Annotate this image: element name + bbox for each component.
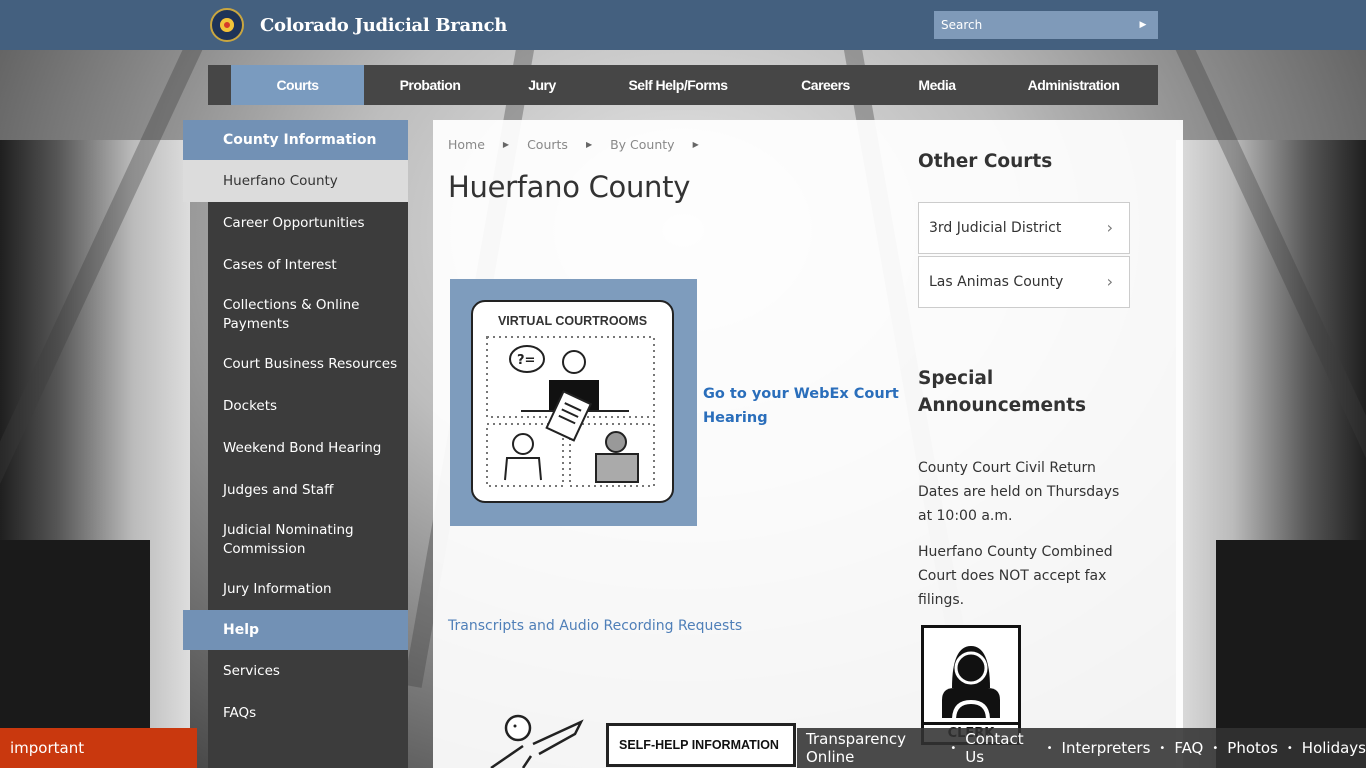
sidebar-item-career-opportunities[interactable]: Career Opportunities xyxy=(208,202,408,244)
sidebar-item-huerfano-county[interactable]: Huerfano County xyxy=(183,160,408,202)
footer-link-holidays[interactable]: Holidays xyxy=(1302,739,1366,757)
virtual-courtrooms-card: VIRTUAL COURTROOMS ?= xyxy=(471,300,674,503)
footer-link-contact-us[interactable]: Contact Us xyxy=(965,730,1037,766)
sidebar-item-weekend-bond-hearing[interactable]: Weekend Bond Hearing xyxy=(208,427,408,469)
svg-text:?=: ?= xyxy=(517,353,535,368)
breadcrumb: Home ▶ Courts ▶ By County ▶ xyxy=(448,137,717,152)
footer-separator: • xyxy=(1212,742,1219,754)
nav-self-help-forms[interactable]: Self Help/Forms xyxy=(588,65,768,105)
clerk-icon[interactable]: CLERK xyxy=(921,625,1021,745)
footer-separator: • xyxy=(950,742,957,754)
nav-courts[interactable]: Courts xyxy=(231,65,364,105)
site-header: Colorado Judicial Branch ▶ xyxy=(0,0,1366,50)
sidebar-item-judicial-nominating-commission[interactable]: Judicial Nominating Commission xyxy=(208,511,408,568)
breadcrumb-separator-icon: ▶ xyxy=(692,140,699,149)
clerk-person-icon xyxy=(942,646,1000,718)
chevron-right-icon: › xyxy=(1106,218,1113,237)
search-submit-arrow-icon[interactable]: ▶ xyxy=(1128,11,1158,39)
search-input[interactable] xyxy=(934,11,1128,39)
pointing-person-icon xyxy=(490,714,584,768)
footer-link-interpreters[interactable]: Interpreters xyxy=(1062,739,1151,757)
transcripts-audio-requests-link[interactable]: Transcripts and Audio Recording Requests xyxy=(448,618,742,634)
sidebar-item-collections-online-payments[interactable]: Collections & Online Payments xyxy=(208,286,408,343)
footer-separator: • xyxy=(1286,742,1293,754)
nav-jury[interactable]: Jury xyxy=(496,65,588,105)
virtual-courtroom-illustration-icon: ?= xyxy=(486,336,655,487)
sidebar-section-help[interactable]: Help xyxy=(183,610,408,650)
sidebar-item-jury-information[interactable]: Jury Information xyxy=(208,568,408,610)
footer-links: Transparency Online • Contact Us • Inter… xyxy=(797,728,1366,768)
nav-probation[interactable]: Probation xyxy=(364,65,496,105)
other-courts-title: Other Courts xyxy=(918,151,1053,172)
footer-separator: • xyxy=(1159,742,1166,754)
webex-court-hearing-link[interactable]: Go to your WebEx Court Hearing xyxy=(703,382,903,430)
footer-separator: • xyxy=(1046,742,1053,754)
breadcrumb-home[interactable]: Home xyxy=(448,137,485,152)
announcement-paragraph: Huerfano County Combined Court does NOT … xyxy=(918,544,1113,608)
court-link-las-animas-county[interactable]: Las Animas County › xyxy=(918,256,1130,308)
sidebar-item-cases-of-interest[interactable]: Cases of Interest xyxy=(208,244,408,286)
self-help-sign: SELF-HELP INFORMATION xyxy=(606,723,796,767)
virtual-courtrooms-image[interactable]: VIRTUAL COURTROOMS ?= xyxy=(450,279,697,526)
nav-careers[interactable]: Careers xyxy=(768,65,883,105)
main-nav: Courts Probation Jury Self Help/Forms Ca… xyxy=(208,65,1158,105)
sidebar-item-faqs[interactable]: FAQs xyxy=(208,692,408,734)
breadcrumb-by-county[interactable]: By County xyxy=(610,137,674,152)
site-brand[interactable]: Colorado Judicial Branch xyxy=(210,8,507,42)
sidebar-item-court-business-resources[interactable]: Court Business Resources xyxy=(208,343,408,385)
page-title: Huerfano County xyxy=(448,170,691,204)
breadcrumb-courts[interactable]: Courts xyxy=(527,137,568,152)
main-content: Home ▶ Courts ▶ By County ▶ Huerfano Cou… xyxy=(433,120,1183,768)
sidebar-item-services[interactable]: Services xyxy=(208,650,408,692)
footer-link-transparency-online[interactable]: Transparency Online xyxy=(806,730,941,766)
breadcrumb-separator-icon: ▶ xyxy=(585,140,593,149)
breadcrumb-separator-icon: ▶ xyxy=(502,140,510,149)
nav-media[interactable]: Media xyxy=(883,65,991,105)
search-box: ▶ xyxy=(934,11,1158,39)
court-link-label: Las Animas County xyxy=(929,274,1064,290)
sidebar: County Information Huerfano County Caree… xyxy=(183,120,408,768)
sidebar-item-dockets[interactable]: Dockets xyxy=(208,385,408,427)
site-title: Colorado Judicial Branch xyxy=(260,14,508,36)
important-announcement-tab[interactable]: important announcement xyxy=(0,728,197,768)
footer-link-photos[interactable]: Photos xyxy=(1227,739,1278,757)
court-link-3rd-judicial-district[interactable]: 3rd Judicial District › xyxy=(918,202,1130,254)
sidebar-section-county-information[interactable]: County Information xyxy=(183,120,408,160)
footer-link-faq[interactable]: FAQ xyxy=(1174,739,1203,757)
special-announcements-title: Special Announcements xyxy=(918,368,1087,416)
colorado-courts-seal-icon xyxy=(210,8,244,42)
chevron-right-icon: › xyxy=(1106,272,1113,291)
self-help-information-image[interactable]: SELF-HELP INFORMATION xyxy=(483,710,813,768)
nav-administration[interactable]: Administration xyxy=(991,65,1156,105)
court-link-label: 3rd Judicial District xyxy=(929,220,1062,236)
sidebar-item-judges-and-staff[interactable]: Judges and Staff xyxy=(208,469,408,511)
announcement-paragraph: County Court Civil Return Dates are held… xyxy=(918,460,1120,524)
